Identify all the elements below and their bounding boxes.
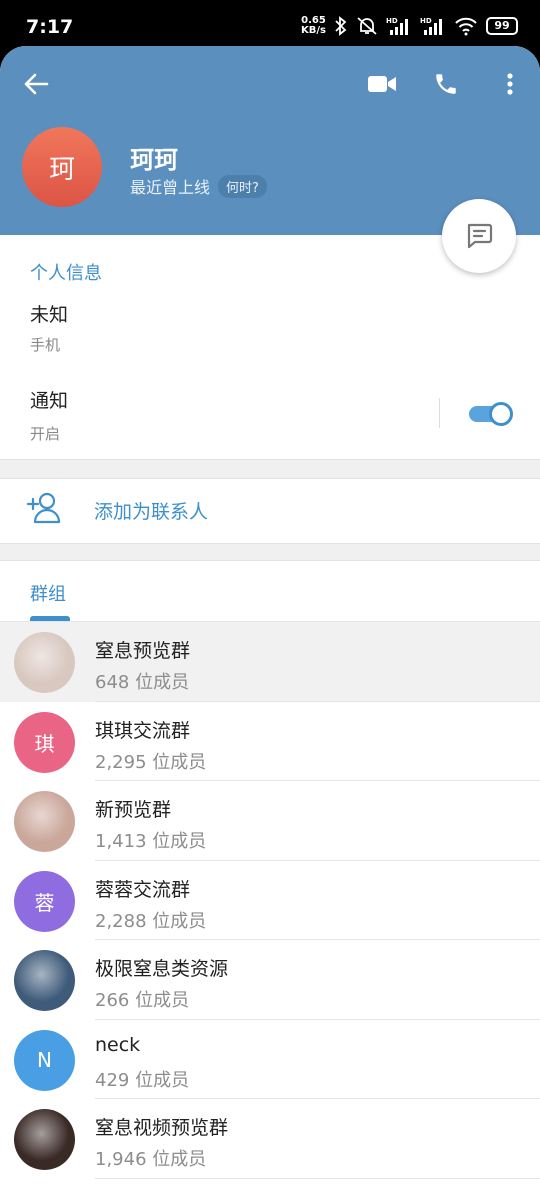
profile-avatar[interactable]: 珂	[22, 127, 102, 207]
send-message-button[interactable]	[442, 199, 516, 273]
avatar-initial: 珂	[48, 154, 75, 185]
battery-icon: 99	[486, 17, 518, 35]
phone-value[interactable]: 未知	[30, 300, 68, 327]
group-member-count: 429 位成员	[95, 1069, 190, 1091]
signal-2-icon: HD	[420, 17, 442, 35]
status-time: 7:17	[26, 16, 74, 38]
section-gap	[0, 543, 540, 561]
video-camera-icon	[368, 76, 396, 92]
more-options-button[interactable]	[488, 64, 532, 104]
group-name: 窒息视频预览群	[95, 1117, 229, 1139]
arrow-left-icon	[24, 73, 49, 95]
group-avatar	[14, 950, 75, 1011]
wifi-icon	[455, 17, 477, 36]
group-row[interactable]: 琪 琪琪交流群 2,295 位成员	[0, 702, 540, 781]
group-name: 新预览群	[95, 799, 172, 821]
group-avatar-initial: 蓉	[34, 890, 55, 915]
group-row[interactable]: Nneck 429 位成员	[0, 1020, 540, 1099]
group-avatar: 琪	[14, 711, 75, 773]
group-member-count: 1,413 位成员	[95, 831, 207, 852]
group-avatar: N	[14, 1029, 75, 1091]
group-name: 极限窒息类资源	[95, 958, 229, 980]
message-icon	[467, 223, 493, 249]
group-avatar-initial: N	[37, 1048, 52, 1072]
group-row[interactable]: 蓉 蓉蓉交流群 2,288 位成员	[0, 861, 540, 940]
video-call-button[interactable]	[360, 64, 404, 104]
add-contact-label: 添加为联系人	[94, 501, 209, 523]
group-member-count: 1,946 位成员	[95, 1149, 207, 1170]
phone-icon	[436, 74, 456, 94]
notifications-status: 开启	[30, 425, 61, 443]
group-avatar	[14, 632, 75, 693]
group-row[interactable]: 新预览群 1,413 位成员	[0, 781, 540, 861]
group-row[interactable]: 极限窒息类资源 266 位成员	[0, 940, 540, 1020]
group-member-count: 2,288 位成员	[95, 910, 207, 932]
when-badge[interactable]: 何时?	[218, 174, 267, 198]
group-name: 蓉蓉交流群	[95, 878, 191, 901]
mute-bell-icon	[357, 17, 377, 35]
profile-name: 珂珂	[130, 146, 178, 174]
group-row[interactable]: 窒息视频预览群 1,946 位成员	[0, 1099, 540, 1179]
signal-1-icon: HD	[386, 17, 408, 35]
tab-groups[interactable]: 群组	[30, 580, 66, 606]
bluetooth-icon	[335, 16, 347, 36]
group-member-count: 266 位成员	[95, 990, 190, 1011]
back-button[interactable]	[14, 64, 58, 104]
group-name: 窒息预览群	[95, 640, 191, 662]
status-bar: 7:17 0.65 KB/s HD HD 99	[0, 0, 540, 46]
section-personal-info-title: 个人信息	[30, 263, 102, 284]
row-divider	[95, 1177, 540, 1179]
group-avatar: 蓉	[14, 870, 75, 932]
phone-label: 手机	[30, 336, 61, 354]
group-member-count: 648 位成员	[95, 672, 190, 693]
group-row[interactable]: 窒息预览群 648 位成员	[0, 622, 540, 702]
profile-screen: 珂 珂珂 最近曾上线 何时? 个人信息 未知 手机 通知 开启 添加为联系人 群…	[0, 46, 540, 1200]
group-list: 窒息预览群 648 位成员琪 琪琪交流群 2,295 位成员 新预览群 1,413 位成员…	[0, 622, 540, 1179]
group-avatar-initial: 琪	[34, 731, 55, 756]
divider	[439, 398, 440, 428]
group-name: neck	[95, 1033, 141, 1056]
notifications-label[interactable]: 通知	[30, 386, 68, 413]
more-vertical-icon	[507, 73, 513, 95]
network-speed: 0.65 KB/s	[301, 15, 326, 36]
group-avatar	[14, 791, 75, 852]
toggle-knob	[489, 402, 513, 426]
group-member-count: 2,295 位成员	[95, 751, 207, 773]
group-name: 琪琪交流群	[95, 719, 191, 742]
add-contact-row[interactable]: 添加为联系人	[0, 479, 540, 541]
notifications-toggle[interactable]	[467, 400, 513, 426]
svg-text:HD: HD	[386, 17, 398, 25]
section-gap	[0, 459, 540, 479]
last-seen-line: 最近曾上线 何时?	[130, 174, 267, 198]
svg-text:HD: HD	[420, 17, 432, 25]
last-seen-text: 最近曾上线	[130, 178, 211, 197]
voice-call-button[interactable]	[424, 64, 468, 104]
group-avatar	[14, 1109, 75, 1170]
add-user-icon	[26, 492, 61, 524]
